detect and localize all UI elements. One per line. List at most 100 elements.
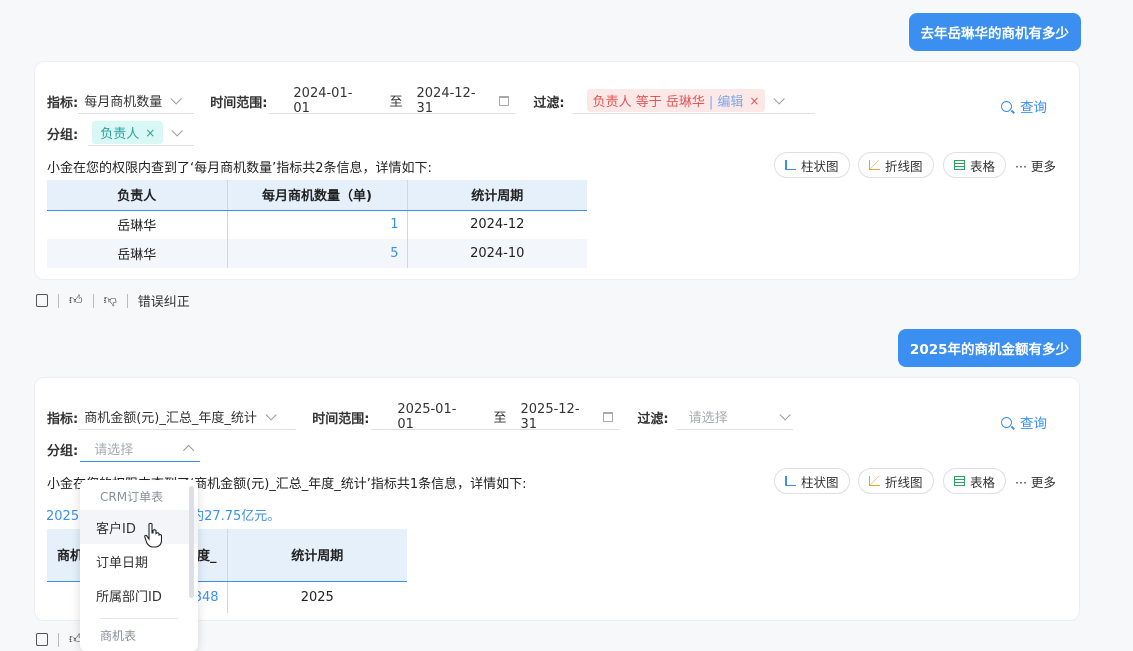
table-header[interactable]: 统计周期 xyxy=(407,180,587,211)
divider xyxy=(100,618,178,619)
metric-label: 指标: xyxy=(47,411,79,427)
filter-tag-text: 负责人 等于 岳琳华 xyxy=(592,95,705,110)
chat-page: 去年岳琳华的商机有多少 指标: 每月商机数量 时间范围: 2024-01-01 … xyxy=(0,0,1133,651)
search-icon xyxy=(1001,416,1012,428)
line-chart-button[interactable]: 折线图 xyxy=(858,152,934,178)
line-chart-button[interactable]: 折线图 xyxy=(858,468,934,494)
bar-chart-button[interactable]: 柱状图 xyxy=(774,468,850,494)
query-button[interactable]: 查询 xyxy=(1001,412,1047,432)
filter-label: 过滤: xyxy=(637,411,669,427)
table-cell: 2024-10 xyxy=(407,239,587,268)
bar-chart-icon xyxy=(785,160,796,170)
chevron-down-icon xyxy=(779,408,791,421)
group-label: 分组: xyxy=(47,443,79,459)
group-label: 分组: xyxy=(47,127,79,143)
summary-amount: 约27.75亿元。 xyxy=(191,509,281,524)
time-range-label: 时间范围: xyxy=(210,95,268,111)
filter-select[interactable]: 请选择 xyxy=(676,404,793,430)
dropdown-group-title: CRM订单表 xyxy=(100,490,164,504)
close-icon[interactable]: × xyxy=(749,94,759,108)
message-actions: 👍︎ xyxy=(36,632,83,647)
group-select[interactable]: 请选择 xyxy=(80,436,201,462)
table-cell[interactable]: 1 xyxy=(227,210,408,239)
hand-cursor-icon xyxy=(144,522,162,548)
filter-tag[interactable]: 负责人 等于 岳琳华 | 编辑 × xyxy=(586,89,766,112)
divider xyxy=(58,632,59,647)
user-question-bubble: 2025年的商机金额有多少 xyxy=(897,329,1081,367)
bar-chart-label: 柱状图 xyxy=(801,158,839,174)
result-table: 负责人 每月商机数量（单) 统计周期 岳琳华 1 2024-12 岳琳华 5 2… xyxy=(47,180,587,268)
table-button[interactable]: 表格 xyxy=(943,152,1007,178)
range-separator: 至 xyxy=(493,411,507,426)
table-header[interactable]: 统计周期 xyxy=(227,529,407,582)
date-range-picker[interactable]: 2024-01-01 至 2024-12-31 xyxy=(269,85,516,116)
bar-chart-label: 柱状图 xyxy=(801,474,839,490)
table-button[interactable]: 表格 xyxy=(943,468,1007,494)
scrollbar[interactable] xyxy=(189,486,194,598)
table-cell: 2025 xyxy=(300,589,334,605)
table-header[interactable]: 负责人 xyxy=(47,180,228,211)
thumbs-up-icon[interactable]: 👍︎ xyxy=(69,293,83,308)
query-label: 查询 xyxy=(1020,416,1047,432)
table-cell: 2024-12 xyxy=(470,217,525,233)
dropdown-option[interactable]: 订单日期 xyxy=(80,544,198,578)
start-date: 2024-01-01 xyxy=(293,85,353,116)
dropdown-option[interactable]: 所属部门ID xyxy=(80,578,198,612)
summary-year: 2025 xyxy=(46,509,80,524)
divider xyxy=(58,293,59,308)
chevron-down-icon xyxy=(170,92,182,105)
query-button[interactable]: 查询 xyxy=(1001,96,1047,116)
chevron-down-icon xyxy=(171,124,184,137)
filter-label: 过滤: xyxy=(533,95,565,111)
dropdown-group-title: 商机表 xyxy=(100,629,137,643)
table-cell: 岳琳华 xyxy=(47,210,228,239)
end-date: 2025-12-31 xyxy=(520,401,580,432)
message-actions: 👍︎ 👎︎ 错误纠正 xyxy=(36,291,190,310)
more-button[interactable]: ··· 更多 xyxy=(1015,156,1056,175)
table-icon xyxy=(954,160,965,170)
start-date: 2025-01-01 xyxy=(397,401,457,432)
copy-icon[interactable] xyxy=(36,633,48,646)
table-label: 表格 xyxy=(970,158,996,174)
group-select[interactable]: 负责人 × xyxy=(88,120,195,146)
end-date: 2024-12-31 xyxy=(416,85,476,116)
close-icon[interactable]: × xyxy=(145,126,155,140)
date-range-picker[interactable]: 2025-01-01 至 2025-12-31 xyxy=(371,401,620,432)
table-header[interactable]: 每月商机数量（单) xyxy=(227,180,408,211)
filter-placeholder: 请选择 xyxy=(688,411,728,426)
more-button[interactable]: ··· 更多 xyxy=(1015,472,1056,491)
query-label: 查询 xyxy=(1020,100,1047,116)
filter-edit-link[interactable]: | 编辑 xyxy=(709,91,744,110)
line-chart-icon xyxy=(869,476,880,486)
copy-icon[interactable] xyxy=(36,294,48,307)
search-icon xyxy=(1001,100,1012,112)
result-info-text: 小金在您的权限内查到了‘每月商机数量’指标共2条信息，详情如下: xyxy=(47,161,432,176)
table-icon xyxy=(954,476,965,486)
question-text: 去年岳琳华的商机有多少 xyxy=(920,26,1070,42)
correct-error-button[interactable]: 错误纠正 xyxy=(138,291,190,310)
metric-select[interactable]: 商机金额(元)_汇总_年度_统计 xyxy=(78,404,297,430)
metric-select[interactable]: 每月商机数量 xyxy=(78,88,195,114)
divider xyxy=(92,293,94,308)
table-cell: 岳琳华 xyxy=(47,239,228,268)
range-separator: 至 xyxy=(389,95,403,110)
question-text: 2025年的商机金额有多少 xyxy=(909,342,1069,358)
chevron-up-icon xyxy=(183,444,195,456)
table-cell[interactable]: 5 xyxy=(227,239,408,268)
line-chart-label: 折线图 xyxy=(885,158,923,174)
time-range-label: 时间范围: xyxy=(312,411,370,427)
group-placeholder: 请选择 xyxy=(94,443,134,458)
divider xyxy=(126,293,128,308)
group-dropdown: CRM订单表 客户ID 订单日期 所属部门ID 商机表 xyxy=(80,480,198,651)
table-row: 岳琳华 1 2024-12 xyxy=(47,210,587,239)
thumbs-down-icon[interactable]: 👎︎ xyxy=(104,293,117,308)
table-label: 表格 xyxy=(970,474,996,490)
chevron-down-icon xyxy=(265,408,277,421)
filter-select[interactable]: 负责人 等于 岳琳华 | 编辑 × xyxy=(572,88,815,114)
bar-chart-button[interactable]: 柱状图 xyxy=(774,152,850,178)
dropdown-option[interactable]: 客户ID xyxy=(80,510,198,544)
group-tag[interactable]: 负责人 × xyxy=(92,121,164,144)
table-row: 岳琳华 5 2024-10 xyxy=(47,239,587,268)
user-question-bubble: 去年岳琳华的商机有多少 xyxy=(908,13,1081,51)
calendar-icon xyxy=(602,411,614,422)
